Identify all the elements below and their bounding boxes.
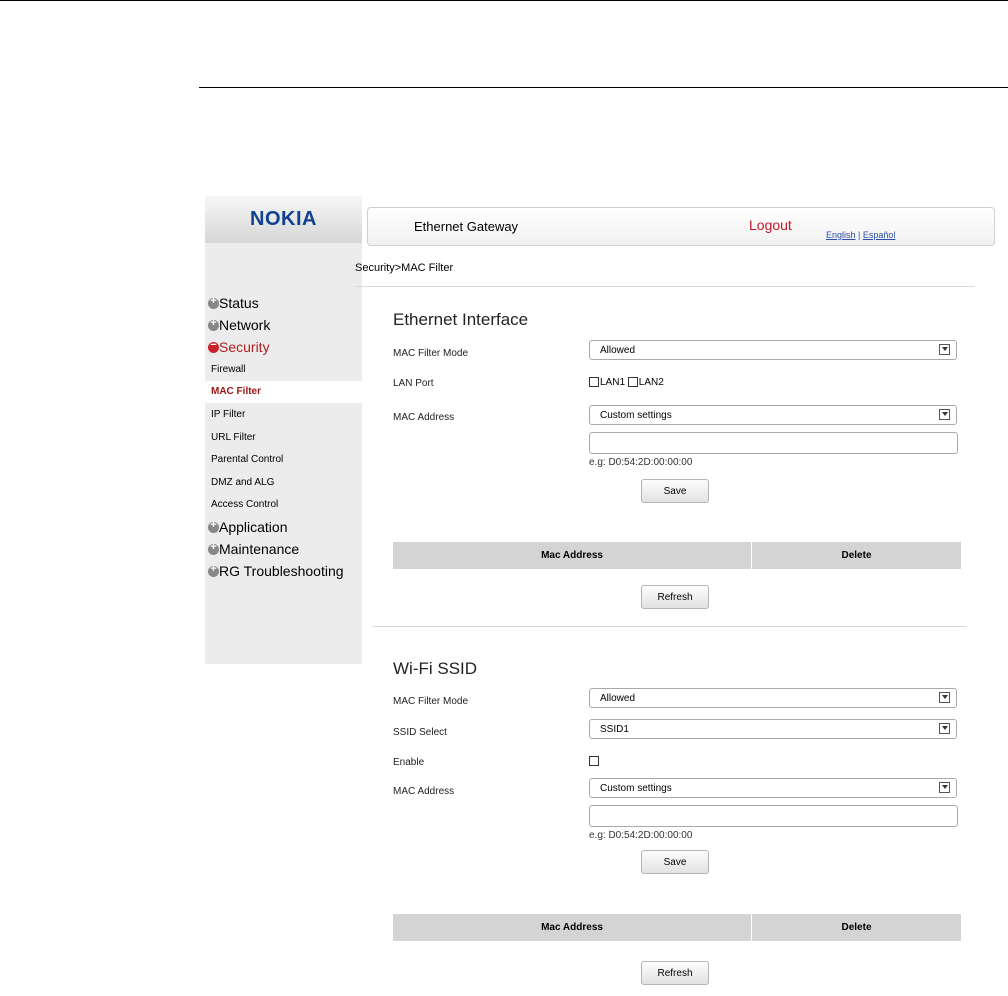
wifi-mode-label: MAC Filter Mode — [393, 696, 469, 707]
sidebar-item-maintenance[interactable]: Maintenance — [205, 538, 362, 560]
sidebar-subitem-ip-filter[interactable]: IP Filter — [205, 403, 362, 426]
eth-save-button[interactable]: Save — [641, 479, 709, 503]
column-header-delete: Delete — [841, 550, 872, 561]
sidebar-item-security[interactable]: Security — [205, 336, 362, 358]
lang-english-link[interactable]: English — [826, 230, 856, 240]
nokia-logo: NOKIA — [205, 196, 362, 243]
column-header-delete: Delete — [841, 922, 872, 933]
wifi-mac-filter-mode-select[interactable]: Allowed — [589, 688, 957, 708]
sidebar-item-label: Network — [219, 317, 271, 333]
sidebar: NOKIA Status Network Security Firewall M… — [205, 196, 362, 664]
dropdown-arrow-icon — [939, 782, 950, 793]
sidebar-item-label: Security — [219, 339, 270, 355]
column-header-mac-address: Mac Address — [393, 914, 752, 941]
wifi-section-title: Wi-Fi SSID — [393, 659, 478, 678]
wifi-ssid-label: SSID Select — [393, 727, 447, 738]
select-value: Allowed — [600, 345, 636, 356]
sidebar-item-application[interactable]: Application — [205, 516, 362, 538]
eth-refresh-button[interactable]: Refresh — [641, 585, 709, 609]
top-header: Ethernet Gateway Logout English | Españo… — [367, 207, 995, 246]
expand-icon — [208, 541, 219, 555]
collapse-icon — [208, 339, 219, 353]
sidebar-item-label: RG Troubleshooting — [219, 563, 344, 580]
router-web-ui: NOKIA Status Network Security Firewall M… — [205, 196, 995, 996]
select-value: Custom settings — [600, 410, 672, 421]
dropdown-arrow-icon — [939, 723, 950, 734]
expand-icon — [208, 563, 219, 577]
eth-mac-address-label: MAC Address — [393, 412, 455, 423]
ethernet-section-title: Ethernet Interface — [393, 310, 529, 329]
wifi-mac-address-select[interactable]: Custom settings — [589, 778, 957, 798]
lang-espanol-link[interactable]: Español — [863, 230, 896, 240]
sidebar-item-label: Status — [219, 295, 259, 311]
wifi-enable-label: Enable — [393, 757, 425, 768]
dropdown-arrow-icon — [939, 692, 950, 703]
expand-icon — [208, 317, 219, 331]
column-header-mac-address: Mac Address — [393, 542, 752, 569]
expand-icon — [208, 295, 219, 309]
sidebar-subitem-firewall[interactable]: Firewall — [205, 358, 362, 381]
gateway-title: Ethernet Gateway — [414, 219, 519, 234]
wifi-save-button[interactable]: Save — [641, 850, 709, 874]
eth-lan-port-options: LAN1 LAN2 — [589, 377, 664, 388]
brand-text: NOKIA — [250, 208, 317, 230]
language-switcher: English | Español — [826, 230, 895, 240]
wifi-enable-option — [589, 756, 600, 767]
wifi-enable-checkbox[interactable] — [589, 756, 599, 767]
sidebar-item-network[interactable]: Network — [205, 314, 362, 336]
wifi-ssid-select[interactable]: SSID1 — [589, 719, 957, 739]
lang-separator: | — [855, 230, 863, 240]
wifi-mac-address-input[interactable] — [589, 805, 958, 827]
lan1-label: LAN1 — [600, 377, 626, 388]
lan1-checkbox[interactable] — [589, 377, 599, 388]
eth-mac-address-select[interactable]: Custom settings — [589, 405, 957, 425]
sidebar-item-status[interactable]: Status — [205, 292, 362, 314]
eth-lan-port-label: LAN Port — [393, 378, 434, 389]
wifi-mac-hint: e.g: D0:54:2D:00:00:00 — [589, 830, 693, 841]
wifi-refresh-button[interactable]: Refresh — [641, 961, 709, 985]
wifi-mac-address-label: MAC Address — [393, 786, 455, 797]
select-value: SSID1 — [600, 724, 629, 735]
document-header-rule — [199, 87, 1008, 88]
select-value: Allowed — [600, 693, 636, 704]
lan2-checkbox[interactable] — [627, 377, 638, 388]
dropdown-arrow-icon — [939, 344, 950, 355]
sidebar-item-rg-troubleshooting[interactable]: RG Troubleshooting — [205, 560, 362, 582]
sidebar-subitem-access-control[interactable]: Access Control — [205, 494, 362, 517]
sidebar-menu: Status Network Security Firewall MAC Fil… — [205, 292, 362, 582]
sidebar-subitem-parental-control[interactable]: Parental Control — [205, 448, 362, 471]
breadcrumb-divider — [355, 286, 975, 287]
sidebar-subitem-mac-filter[interactable]: MAC Filter — [205, 380, 362, 404]
dropdown-arrow-icon — [939, 409, 950, 420]
sidebar-subitem-url-filter[interactable]: URL Filter — [205, 426, 362, 449]
lan2-label: LAN2 — [638, 377, 664, 388]
breadcrumb: Security>MAC Filter — [355, 262, 454, 274]
logout-link[interactable]: Logout — [749, 217, 792, 233]
select-value: Custom settings — [600, 783, 672, 794]
sidebar-subitem-dmz-alg[interactable]: DMZ and ALG — [205, 471, 362, 494]
eth-mac-filter-mode-select[interactable]: Allowed — [589, 340, 957, 360]
eth-mac-table-header: Mac Address Delete — [393, 542, 961, 569]
sidebar-item-label: Application — [219, 519, 288, 536]
eth-mac-address-input[interactable] — [589, 432, 958, 454]
expand-icon — [208, 519, 219, 533]
section-divider — [373, 626, 967, 627]
wifi-mac-table-header: Mac Address Delete — [393, 914, 961, 941]
sidebar-item-label: Maintenance — [219, 541, 300, 558]
eth-mac-hint: e.g: D0:54:2D:00:00:00 — [589, 457, 693, 468]
eth-mode-label: MAC Filter Mode — [393, 348, 469, 359]
document-top-rule — [0, 0, 1008, 1]
